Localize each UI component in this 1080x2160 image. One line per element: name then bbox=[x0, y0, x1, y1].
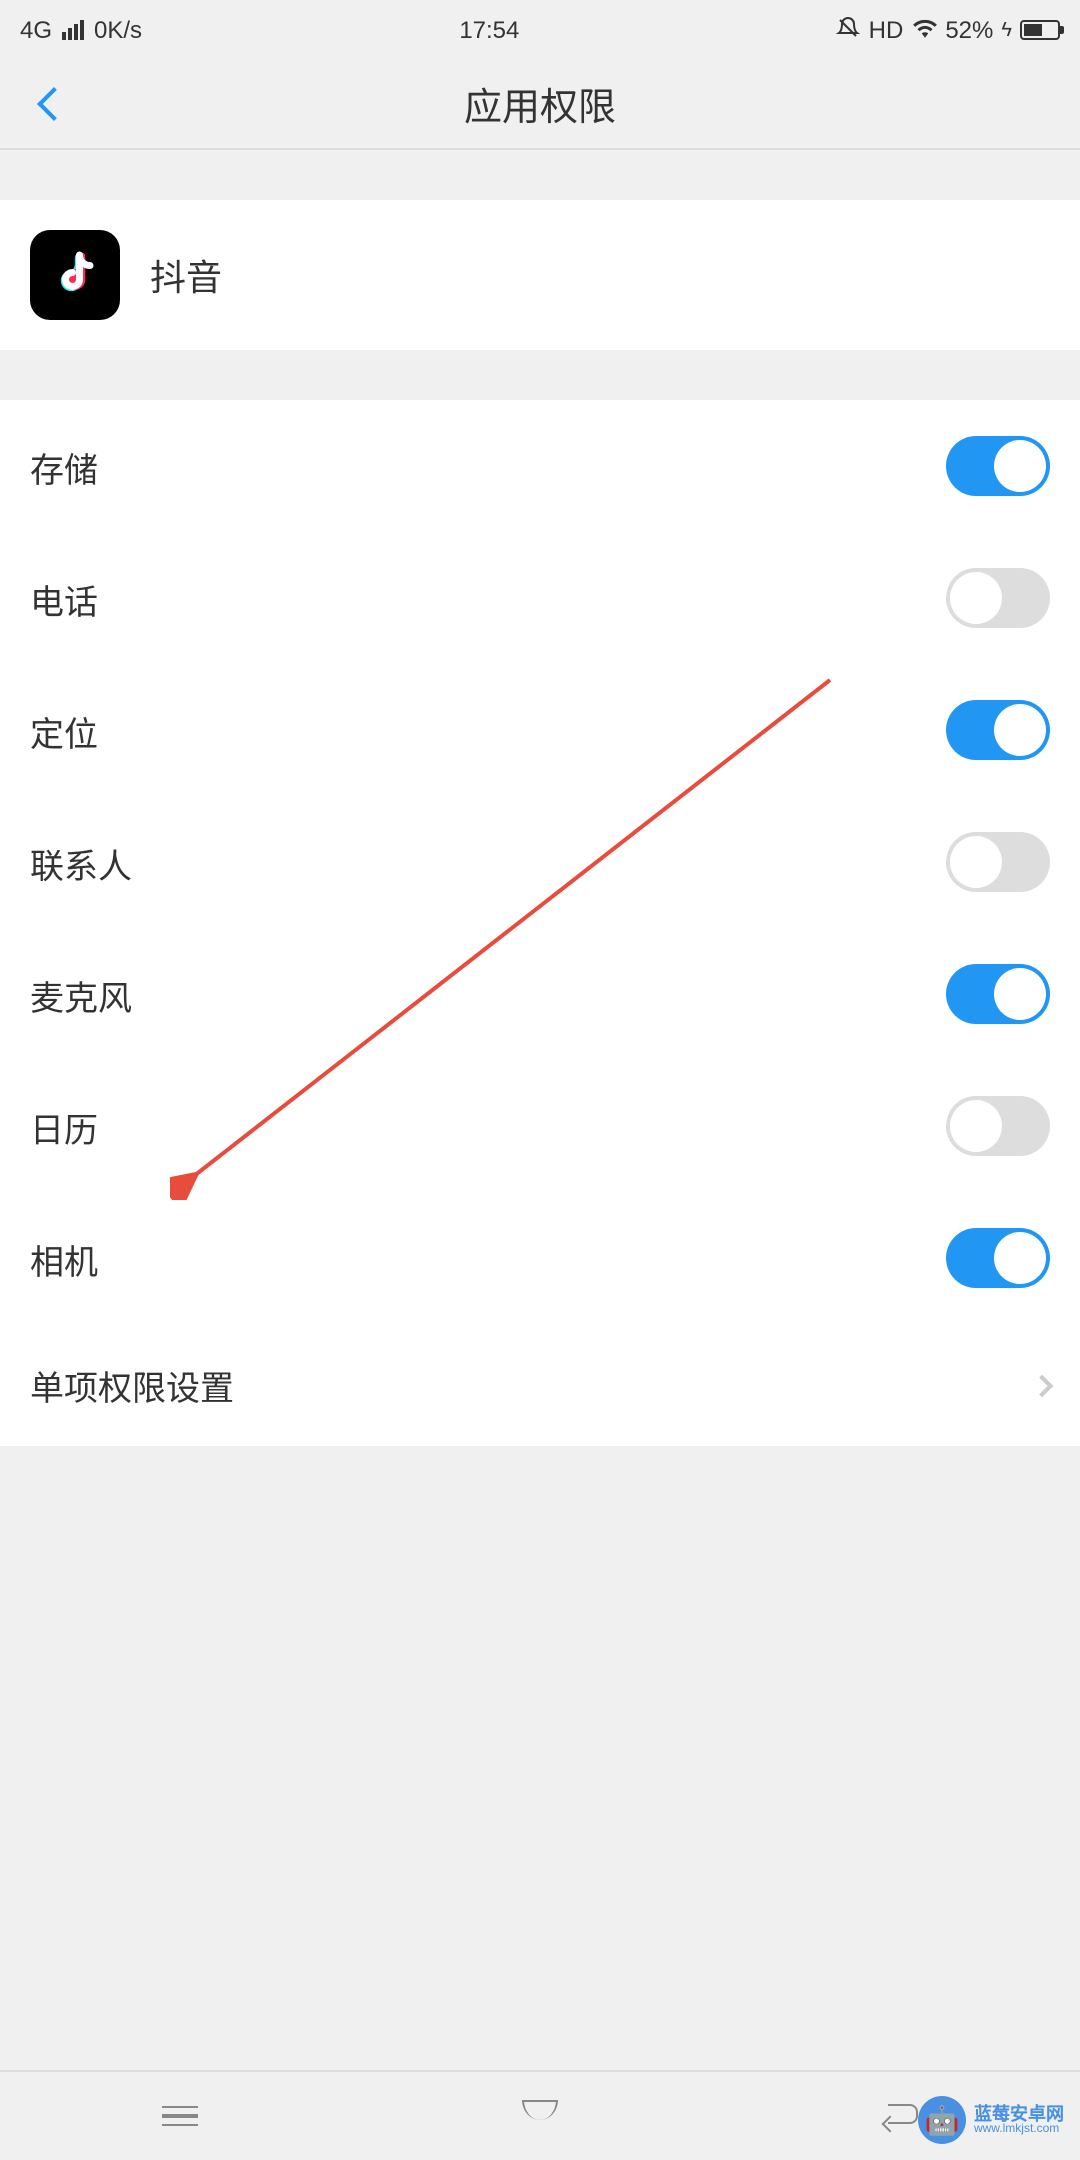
chevron-left-icon bbox=[37, 87, 71, 121]
menu-icon bbox=[162, 2106, 198, 2127]
nav-home-button[interactable] bbox=[500, 2086, 580, 2146]
permission-toggle-calendar[interactable] bbox=[946, 1096, 1050, 1156]
app-icon bbox=[30, 230, 120, 320]
individual-permission-settings[interactable]: 单项权限设置 bbox=[0, 1324, 1080, 1446]
permission-item-storage: 存储 bbox=[0, 400, 1080, 532]
permission-item-phone: 电话 bbox=[0, 532, 1080, 664]
permission-toggle-contacts[interactable] bbox=[946, 832, 1050, 892]
back-button[interactable] bbox=[24, 74, 84, 134]
signal-icon bbox=[62, 20, 84, 40]
app-name: 抖音 bbox=[150, 249, 222, 301]
permission-toggle-microphone[interactable] bbox=[946, 964, 1050, 1024]
watermark: 🤖 蓝莓安卓网 www.lmkjst.com bbox=[918, 2096, 1064, 2144]
hd-label: HD bbox=[869, 16, 904, 44]
battery-icon bbox=[1020, 20, 1060, 40]
status-time: 17:54 bbox=[459, 16, 519, 44]
header: 应用权限 bbox=[0, 60, 1080, 150]
permission-label: 麦克风 bbox=[30, 969, 132, 1019]
network-speed: 0K/s bbox=[94, 16, 142, 44]
permission-item-camera: 相机 bbox=[0, 1192, 1080, 1324]
permission-toggle-location[interactable] bbox=[946, 700, 1050, 760]
permission-label: 相机 bbox=[30, 1233, 98, 1283]
permission-label: 电话 bbox=[30, 573, 98, 623]
watermark-logo-icon: 🤖 bbox=[918, 2096, 966, 2144]
nav-menu-button[interactable] bbox=[140, 2086, 220, 2146]
wifi-icon bbox=[911, 16, 937, 44]
home-icon bbox=[522, 2100, 558, 2120]
permission-item-calendar: 日历 bbox=[0, 1060, 1080, 1192]
status-bar: 4G 0K/s 17:54 HD 52% ϟ bbox=[0, 0, 1080, 60]
app-section: 抖音 bbox=[0, 200, 1080, 350]
permission-toggle-camera[interactable] bbox=[946, 1228, 1050, 1288]
permission-list: 存储 电话 定位 联系人 麦克风 日历 相机 单项权限设置 bbox=[0, 400, 1080, 1446]
link-label: 单项权限设置 bbox=[30, 1360, 234, 1410]
watermark-name: 蓝莓安卓网 bbox=[974, 2105, 1064, 2123]
watermark-url: www.lmkjst.com bbox=[974, 2123, 1064, 2135]
permission-item-location: 定位 bbox=[0, 664, 1080, 796]
permission-label: 定位 bbox=[30, 705, 98, 755]
charging-icon: ϟ bbox=[1001, 19, 1012, 41]
permission-toggle-phone[interactable] bbox=[946, 568, 1050, 628]
permission-label: 联系人 bbox=[30, 837, 132, 887]
network-type: 4G bbox=[20, 16, 52, 44]
battery-percent: 52% bbox=[945, 16, 993, 44]
permission-label: 存储 bbox=[30, 441, 98, 491]
back-icon bbox=[884, 2104, 916, 2128]
status-left: 4G 0K/s bbox=[20, 16, 142, 44]
permission-item-microphone: 麦克风 bbox=[0, 928, 1080, 1060]
permission-toggle-storage[interactable] bbox=[946, 436, 1050, 496]
permission-label: 日历 bbox=[30, 1101, 98, 1151]
bell-off-icon bbox=[837, 15, 861, 45]
chevron-right-icon bbox=[1031, 1374, 1054, 1397]
permission-item-contacts: 联系人 bbox=[0, 796, 1080, 928]
status-right: HD 52% ϟ bbox=[837, 15, 1060, 45]
page-title: 应用权限 bbox=[0, 77, 1080, 131]
